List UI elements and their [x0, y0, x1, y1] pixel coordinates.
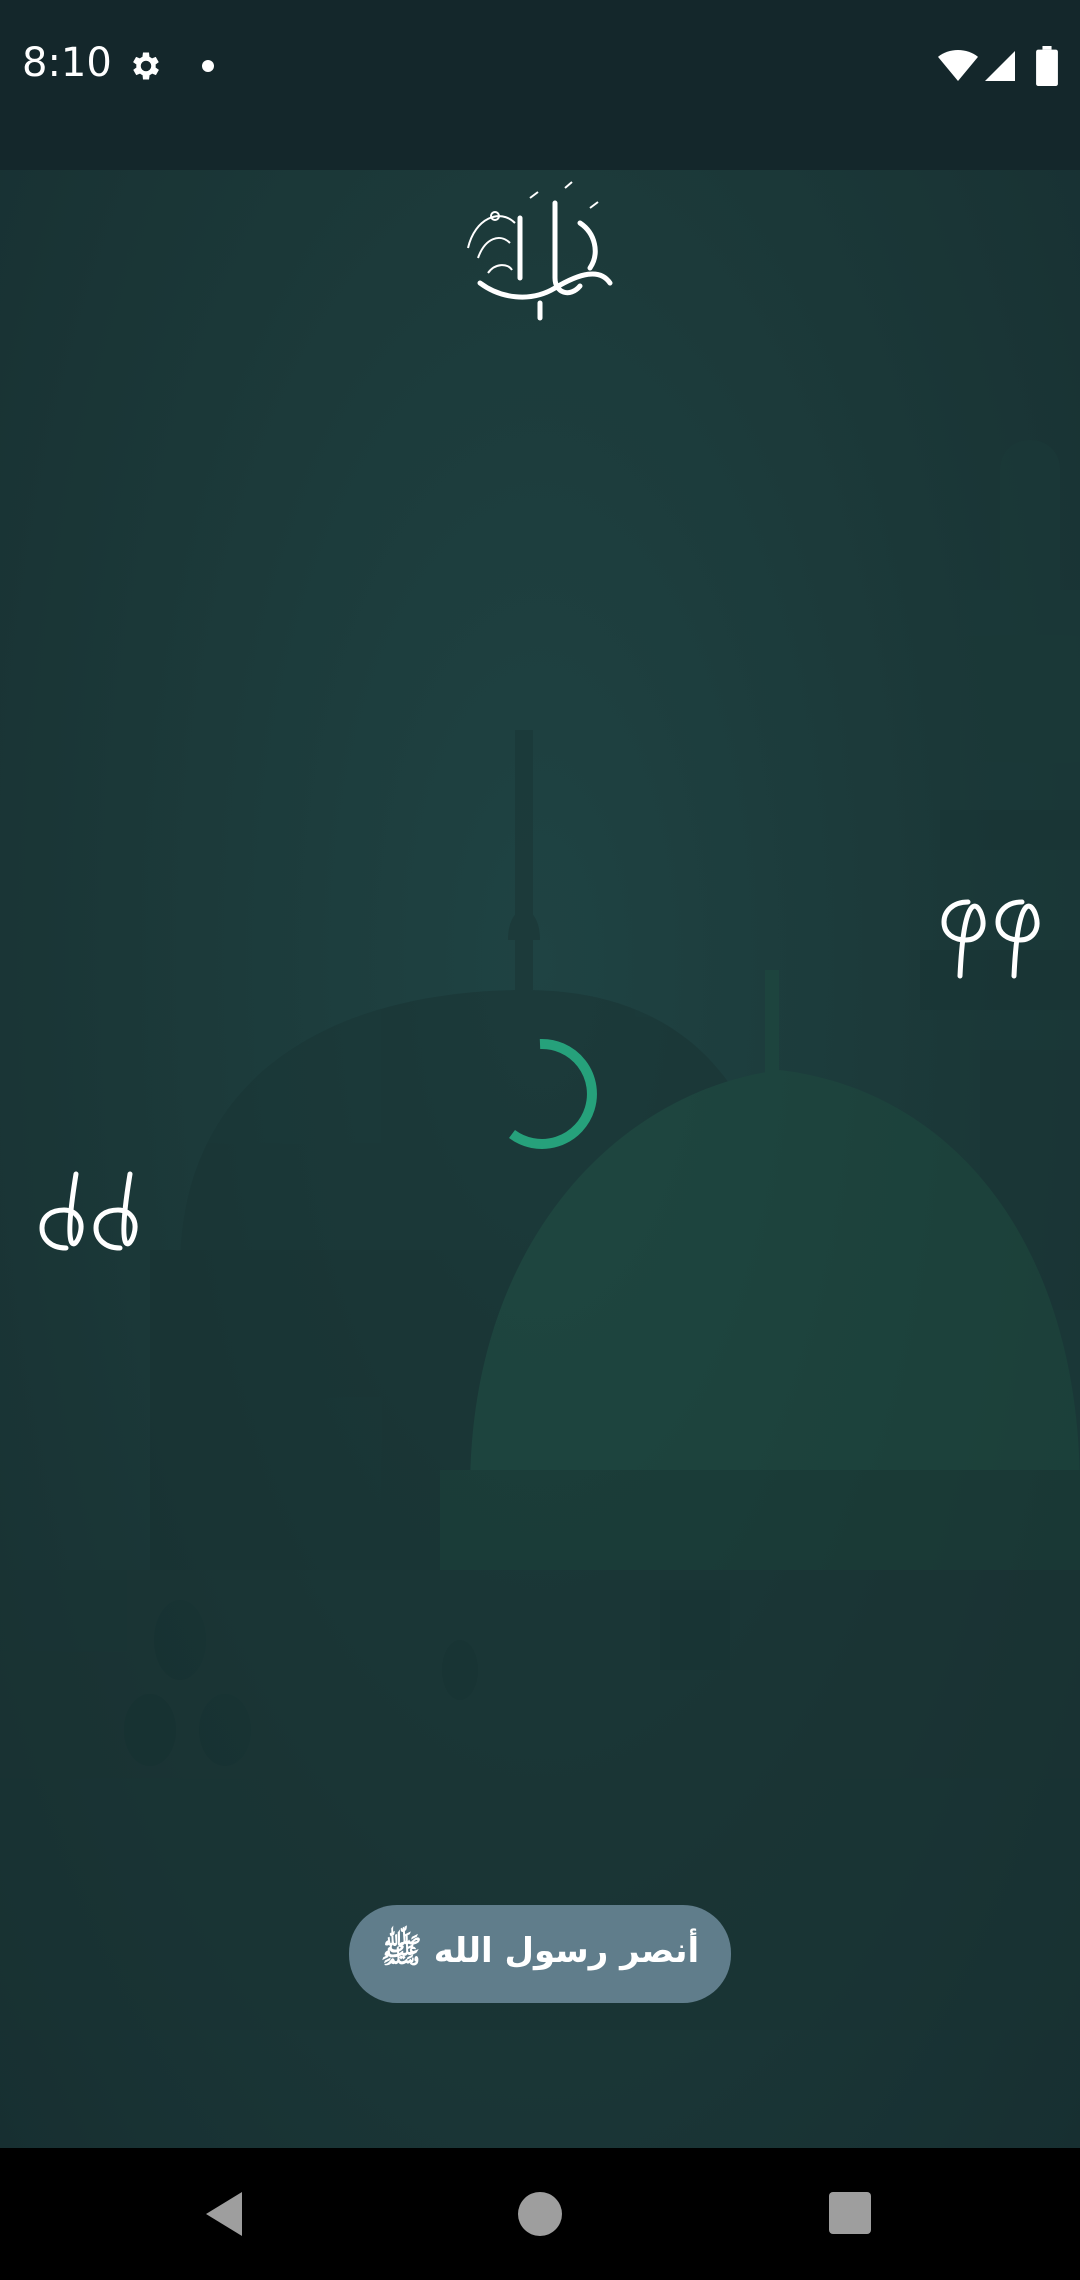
splash-content: أنصر رسول الله ﷺ	[0, 170, 1080, 2148]
status-time: 8:10	[22, 40, 112, 86]
status-bar: 8:10	[0, 0, 1080, 170]
calligraphy-logo-icon	[467, 181, 613, 321]
home-icon[interactable]	[518, 2192, 562, 2236]
screen: 8:10 أنصر رسول الله ﷺ	[0, 0, 1080, 2280]
recents-icon[interactable]	[829, 2192, 871, 2234]
loading-spinner	[509, 1038, 597, 1149]
battery-icon	[1036, 46, 1058, 86]
left-quote-icon	[39, 1171, 138, 1251]
notification-dot-icon	[202, 60, 214, 72]
gear-icon	[133, 52, 159, 80]
toast-text: أنصر رسول الله ﷺ	[380, 1930, 700, 1971]
mosque-background-image	[0, 440, 1080, 2030]
navigation-bar	[0, 2148, 1080, 2280]
signal-icon	[985, 51, 1015, 81]
right-quote-icon	[941, 899, 1040, 979]
wifi-icon	[938, 50, 978, 81]
back-icon[interactable]	[202, 2188, 250, 2240]
toast-message: أنصر رسول الله ﷺ	[349, 1905, 731, 2003]
